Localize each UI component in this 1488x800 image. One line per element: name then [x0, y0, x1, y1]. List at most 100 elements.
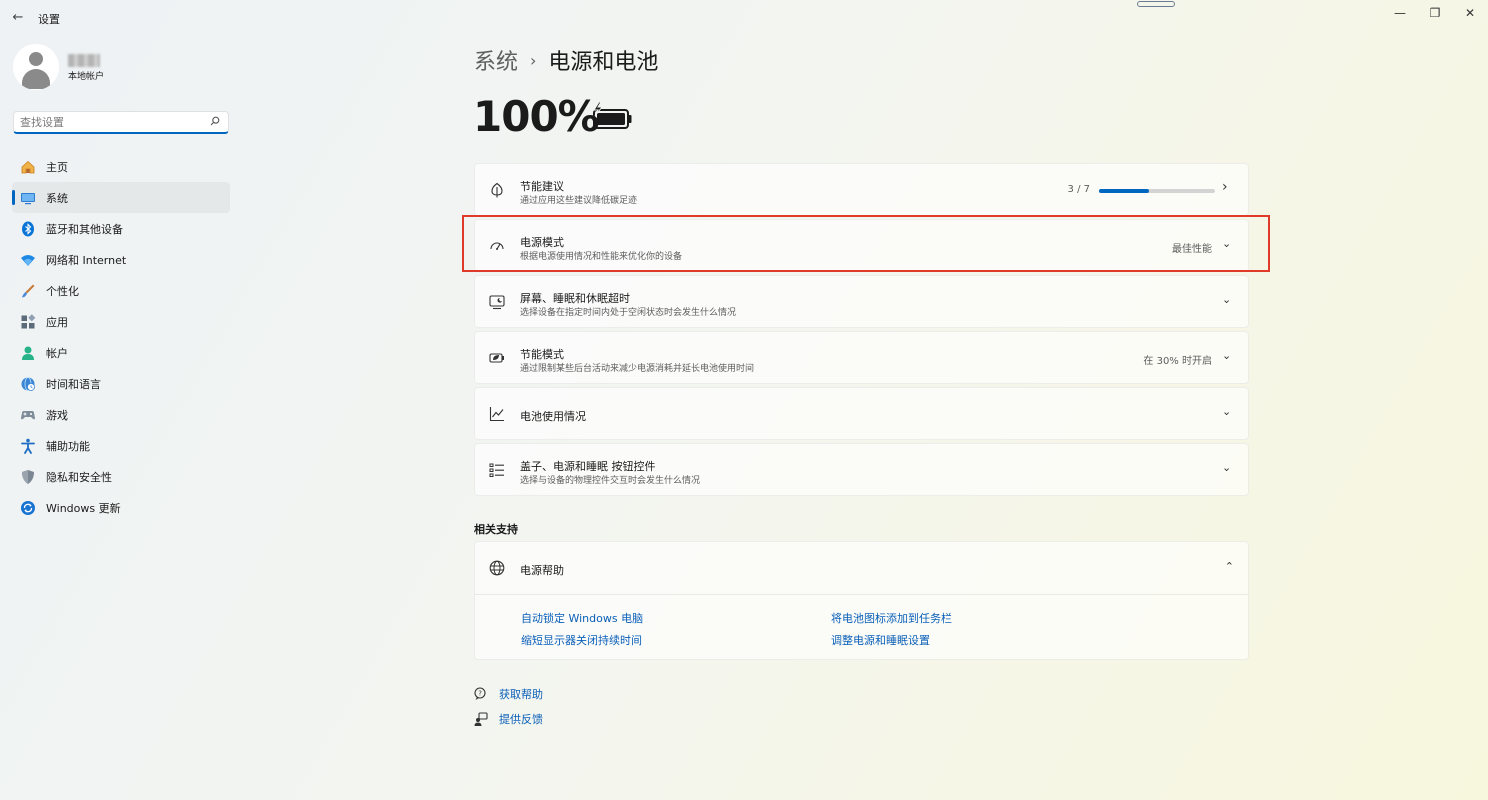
- card-title: 电池使用情况: [520, 410, 586, 423]
- sidebar-nav: 主页 系统 蓝牙和其他设备 网络和 Internet 个性化 应用 帐户 时间和…: [12, 151, 230, 523]
- sidebar-item-label: 游戏: [46, 408, 68, 422]
- search-box[interactable]: [13, 111, 229, 134]
- breadcrumb: 系统 › 电源和电池: [474, 44, 658, 76]
- sidebar-item-label: 辅助功能: [46, 439, 90, 453]
- list-settings-icon: [489, 463, 504, 477]
- progress-text: 3 / 7: [1067, 184, 1090, 195]
- battery-saver-icon: [489, 353, 504, 363]
- help-link-auto-lock[interactable]: 自动锁定 Windows 电脑: [521, 610, 643, 626]
- restore-button[interactable]: ❐: [1423, 4, 1447, 22]
- card-subtitle: 通过应用这些建议降低碳足迹: [520, 196, 638, 206]
- chevron-right-icon[interactable]: ›: [1222, 179, 1236, 195]
- sidebar-item-label: 时间和语言: [46, 377, 101, 391]
- back-button[interactable]: ←: [8, 8, 28, 28]
- battery-percentage: 100%: [473, 92, 600, 141]
- sidebar-item-accounts[interactable]: 帐户: [12, 337, 230, 368]
- chevron-down-icon[interactable]: ⌄: [1222, 461, 1236, 475]
- search-icon[interactable]: [210, 116, 220, 126]
- related-support-heading: 相关支持: [474, 523, 518, 536]
- brush-icon: [22, 284, 35, 297]
- sidebar-item-privacy[interactable]: 隐私和安全性: [12, 461, 230, 492]
- lid-buttons-card[interactable]: 盖子、电源和睡眠 按钮控件 选择与设备的物理控件交互时会发生什么情况 ⌄: [474, 443, 1249, 496]
- energy-recommendations-card[interactable]: 节能建议 通过应用这些建议降低碳足迹 3 / 7 ›: [474, 163, 1249, 216]
- accessibility-icon: [21, 438, 35, 454]
- sidebar-item-apps[interactable]: 应用: [12, 306, 230, 337]
- chevron-up-icon[interactable]: ⌃: [1225, 560, 1234, 573]
- sidebar-item-bluetooth[interactable]: 蓝牙和其他设备: [12, 213, 230, 244]
- help-link-power-sleep[interactable]: 调整电源和睡眠设置: [831, 632, 930, 648]
- minimize-button[interactable]: —: [1388, 4, 1412, 22]
- energy-saver-card[interactable]: 节能模式 通过限制某些后台活动来减少电源消耗并延长电池使用时间 在 30% 时开…: [474, 331, 1249, 384]
- feedback-link[interactable]: 提供反馈: [474, 711, 543, 727]
- help-link-battery-taskbar[interactable]: 将电池图标添加到任务栏: [831, 610, 952, 626]
- sidebar-item-home[interactable]: 主页: [12, 151, 230, 182]
- breadcrumb-separator: ›: [530, 50, 537, 70]
- breadcrumb-parent[interactable]: 系统: [474, 44, 518, 76]
- battery-charging-icon: [593, 102, 632, 129]
- help-link-display-off[interactable]: 缩短显示器关闭持续时间: [521, 632, 642, 648]
- svg-text:?: ?: [478, 690, 482, 698]
- chevron-down-icon[interactable]: ⌄: [1222, 349, 1236, 363]
- sidebar-item-time-language[interactable]: 时间和语言: [12, 368, 230, 399]
- card-subtitle: 通过限制某些后台活动来减少电源消耗并延长电池使用时间: [520, 364, 755, 374]
- account-type-label: 本地帐户: [68, 72, 105, 82]
- home-icon: [21, 160, 35, 173]
- sidebar-item-label: 个性化: [46, 284, 79, 298]
- drag-handle[interactable]: [1137, 1, 1175, 7]
- gamepad-icon: [21, 410, 35, 419]
- close-button[interactable]: ✕: [1458, 4, 1482, 22]
- battery-usage-card[interactable]: 电池使用情况 ⌄: [474, 387, 1249, 440]
- help-chat-icon: ?: [474, 687, 486, 700]
- chevron-down-icon[interactable]: ⌄: [1222, 293, 1236, 307]
- screen-sleep-card[interactable]: 屏幕、睡眠和休眠超时 选择设备在指定时间内处于空闲状态时会发生什么情况 ⌄: [474, 275, 1249, 328]
- title-bar: ← 设置 — ❐ ✕: [0, 0, 1488, 36]
- line-chart-icon: [489, 407, 504, 422]
- card-subtitle: 选择设备在指定时间内处于空闲状态时会发生什么情况: [520, 308, 737, 318]
- leaf-icon: [491, 182, 503, 198]
- update-icon: [21, 500, 35, 515]
- sidebar-item-label: Windows 更新: [46, 501, 121, 515]
- person-icon: [29, 52, 43, 66]
- person-icon-body: [22, 69, 50, 89]
- card-title: 节能模式: [520, 348, 564, 361]
- bluetooth-icon: [22, 221, 34, 236]
- sidebar-item-label: 系统: [46, 191, 68, 205]
- sidebar-item-accessibility[interactable]: 辅助功能: [12, 430, 230, 461]
- card-subtitle: 选择与设备的物理控件交互时会发生什么情况: [520, 476, 701, 486]
- get-help-label: 获取帮助: [499, 688, 543, 701]
- power-help-header[interactable]: 电源帮助 ⌃: [475, 542, 1248, 595]
- card-title: 盖子、电源和睡眠 按钮控件: [520, 460, 656, 473]
- power-help-title: 电源帮助: [520, 564, 564, 577]
- wifi-icon: [21, 254, 35, 266]
- shield-icon: [22, 469, 34, 484]
- app-title: 设置: [38, 13, 60, 26]
- page-title: 电源和电池: [548, 50, 659, 75]
- sidebar-item-label: 主页: [46, 160, 68, 174]
- sidebar-item-label: 网络和 Internet: [46, 253, 127, 267]
- feedback-icon: [474, 712, 488, 726]
- highlight-box: [462, 215, 1270, 272]
- avatar[interactable]: [13, 44, 59, 90]
- sidebar-item-personalization[interactable]: 个性化: [12, 275, 230, 306]
- sidebar-item-windows-update[interactable]: Windows 更新: [12, 492, 230, 523]
- search-input[interactable]: [20, 114, 200, 131]
- sidebar-item-gaming[interactable]: 游戏: [12, 399, 230, 430]
- sidebar-item-system[interactable]: 系统: [12, 182, 230, 213]
- progress-fill: [1099, 189, 1149, 193]
- energy-saver-value: 在 30% 时开启: [1143, 356, 1212, 367]
- power-help-card: 电源帮助 ⌃ 自动锁定 Windows 电脑 将电池图标添加到任务栏 缩短显示器…: [474, 541, 1249, 660]
- sidebar-item-label: 帐户: [46, 346, 68, 360]
- monitor-sleep-icon: [489, 295, 505, 310]
- globe-icon: [489, 560, 505, 576]
- get-help-link[interactable]: ? 获取帮助: [474, 686, 543, 702]
- sidebar-item-network[interactable]: 网络和 Internet: [12, 244, 230, 275]
- sidebar-item-label: 应用: [46, 315, 68, 329]
- card-title: 节能建议: [520, 180, 564, 193]
- recommendations-progress-bar: [1099, 189, 1215, 193]
- blurred-username: [68, 54, 100, 67]
- system-icon: [21, 192, 35, 204]
- chevron-down-icon[interactable]: ⌄: [1222, 405, 1236, 419]
- globe-clock-icon: [21, 376, 35, 391]
- sidebar-item-label: 隐私和安全性: [46, 470, 112, 484]
- feedback-label: 提供反馈: [499, 713, 543, 726]
